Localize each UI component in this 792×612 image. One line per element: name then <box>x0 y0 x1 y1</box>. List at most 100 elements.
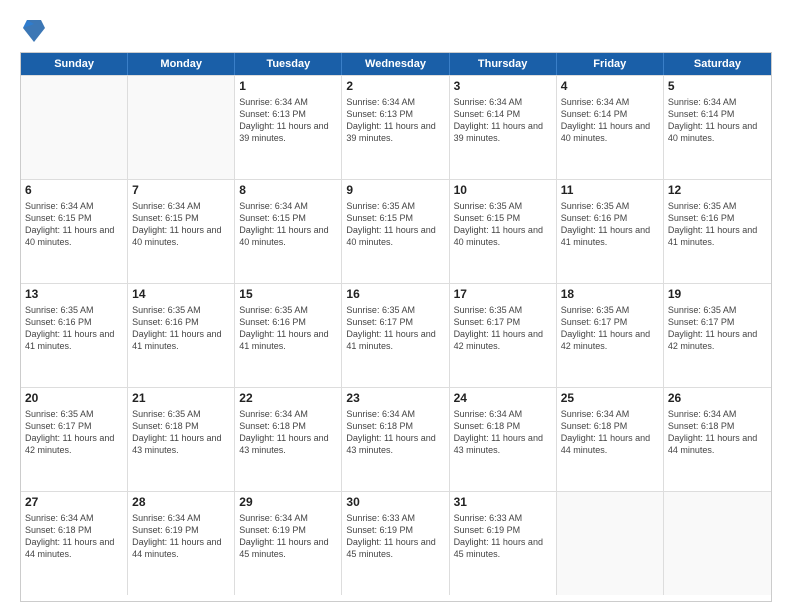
calendar-cell: 29Sunrise: 6:34 AM Sunset: 6:19 PM Dayli… <box>235 492 342 595</box>
calendar-cell: 9Sunrise: 6:35 AM Sunset: 6:15 PM Daylig… <box>342 180 449 283</box>
calendar: SundayMondayTuesdayWednesdayThursdayFrid… <box>20 52 772 602</box>
calendar-cell: 10Sunrise: 6:35 AM Sunset: 6:15 PM Dayli… <box>450 180 557 283</box>
day-number: 19 <box>668 287 767 303</box>
calendar-cell: 4Sunrise: 6:34 AM Sunset: 6:14 PM Daylig… <box>557 76 664 179</box>
calendar-cell: 24Sunrise: 6:34 AM Sunset: 6:18 PM Dayli… <box>450 388 557 491</box>
day-number: 14 <box>132 287 230 303</box>
day-number: 24 <box>454 391 552 407</box>
cell-info: Sunrise: 6:35 AM Sunset: 6:18 PM Dayligh… <box>132 408 230 457</box>
cell-info: Sunrise: 6:35 AM Sunset: 6:17 PM Dayligh… <box>668 304 767 353</box>
day-number: 9 <box>346 183 444 199</box>
day-number: 13 <box>25 287 123 303</box>
calendar-cell <box>664 492 771 595</box>
header-day-thursday: Thursday <box>450 53 557 75</box>
day-number: 25 <box>561 391 659 407</box>
day-number: 15 <box>239 287 337 303</box>
header <box>20 16 772 44</box>
cell-info: Sunrise: 6:35 AM Sunset: 6:15 PM Dayligh… <box>346 200 444 249</box>
day-number: 10 <box>454 183 552 199</box>
day-number: 12 <box>668 183 767 199</box>
cell-info: Sunrise: 6:34 AM Sunset: 6:14 PM Dayligh… <box>668 96 767 145</box>
day-number: 31 <box>454 495 552 511</box>
calendar-cell: 8Sunrise: 6:34 AM Sunset: 6:15 PM Daylig… <box>235 180 342 283</box>
calendar-cell: 19Sunrise: 6:35 AM Sunset: 6:17 PM Dayli… <box>664 284 771 387</box>
calendar-row-5: 27Sunrise: 6:34 AM Sunset: 6:18 PM Dayli… <box>21 491 771 595</box>
cell-info: Sunrise: 6:35 AM Sunset: 6:17 PM Dayligh… <box>25 408 123 457</box>
header-day-monday: Monday <box>128 53 235 75</box>
cell-info: Sunrise: 6:34 AM Sunset: 6:18 PM Dayligh… <box>239 408 337 457</box>
day-number: 3 <box>454 79 552 95</box>
calendar-cell: 1Sunrise: 6:34 AM Sunset: 6:13 PM Daylig… <box>235 76 342 179</box>
calendar-cell: 17Sunrise: 6:35 AM Sunset: 6:17 PM Dayli… <box>450 284 557 387</box>
calendar-cell: 14Sunrise: 6:35 AM Sunset: 6:16 PM Dayli… <box>128 284 235 387</box>
day-number: 11 <box>561 183 659 199</box>
day-number: 29 <box>239 495 337 511</box>
cell-info: Sunrise: 6:35 AM Sunset: 6:17 PM Dayligh… <box>561 304 659 353</box>
cell-info: Sunrise: 6:34 AM Sunset: 6:15 PM Dayligh… <box>25 200 123 249</box>
calendar-cell: 6Sunrise: 6:34 AM Sunset: 6:15 PM Daylig… <box>21 180 128 283</box>
day-number: 27 <box>25 495 123 511</box>
page: SundayMondayTuesdayWednesdayThursdayFrid… <box>0 0 792 612</box>
cell-info: Sunrise: 6:34 AM Sunset: 6:19 PM Dayligh… <box>239 512 337 561</box>
calendar-cell: 21Sunrise: 6:35 AM Sunset: 6:18 PM Dayli… <box>128 388 235 491</box>
calendar-row-3: 13Sunrise: 6:35 AM Sunset: 6:16 PM Dayli… <box>21 283 771 387</box>
day-number: 30 <box>346 495 444 511</box>
day-number: 17 <box>454 287 552 303</box>
cell-info: Sunrise: 6:35 AM Sunset: 6:17 PM Dayligh… <box>346 304 444 353</box>
calendar-cell: 22Sunrise: 6:34 AM Sunset: 6:18 PM Dayli… <box>235 388 342 491</box>
calendar-cell: 7Sunrise: 6:34 AM Sunset: 6:15 PM Daylig… <box>128 180 235 283</box>
calendar-cell <box>557 492 664 595</box>
header-day-tuesday: Tuesday <box>235 53 342 75</box>
calendar-cell: 18Sunrise: 6:35 AM Sunset: 6:17 PM Dayli… <box>557 284 664 387</box>
day-number: 16 <box>346 287 444 303</box>
day-number: 6 <box>25 183 123 199</box>
day-number: 4 <box>561 79 659 95</box>
cell-info: Sunrise: 6:33 AM Sunset: 6:19 PM Dayligh… <box>346 512 444 561</box>
cell-info: Sunrise: 6:35 AM Sunset: 6:16 PM Dayligh… <box>561 200 659 249</box>
calendar-cell: 12Sunrise: 6:35 AM Sunset: 6:16 PM Dayli… <box>664 180 771 283</box>
cell-info: Sunrise: 6:35 AM Sunset: 6:16 PM Dayligh… <box>132 304 230 353</box>
cell-info: Sunrise: 6:35 AM Sunset: 6:16 PM Dayligh… <box>668 200 767 249</box>
cell-info: Sunrise: 6:34 AM Sunset: 6:14 PM Dayligh… <box>454 96 552 145</box>
logo <box>20 16 45 44</box>
cell-info: Sunrise: 6:34 AM Sunset: 6:18 PM Dayligh… <box>346 408 444 457</box>
calendar-cell: 20Sunrise: 6:35 AM Sunset: 6:17 PM Dayli… <box>21 388 128 491</box>
cell-info: Sunrise: 6:34 AM Sunset: 6:18 PM Dayligh… <box>454 408 552 457</box>
calendar-cell <box>21 76 128 179</box>
calendar-cell: 23Sunrise: 6:34 AM Sunset: 6:18 PM Dayli… <box>342 388 449 491</box>
cell-info: Sunrise: 6:34 AM Sunset: 6:14 PM Dayligh… <box>561 96 659 145</box>
calendar-cell: 11Sunrise: 6:35 AM Sunset: 6:16 PM Dayli… <box>557 180 664 283</box>
calendar-cell: 2Sunrise: 6:34 AM Sunset: 6:13 PM Daylig… <box>342 76 449 179</box>
cell-info: Sunrise: 6:34 AM Sunset: 6:19 PM Dayligh… <box>132 512 230 561</box>
calendar-body: 1Sunrise: 6:34 AM Sunset: 6:13 PM Daylig… <box>21 75 771 595</box>
cell-info: Sunrise: 6:34 AM Sunset: 6:13 PM Dayligh… <box>239 96 337 145</box>
cell-info: Sunrise: 6:34 AM Sunset: 6:15 PM Dayligh… <box>239 200 337 249</box>
calendar-cell: 30Sunrise: 6:33 AM Sunset: 6:19 PM Dayli… <box>342 492 449 595</box>
day-number: 5 <box>668 79 767 95</box>
calendar-header: SundayMondayTuesdayWednesdayThursdayFrid… <box>21 53 771 75</box>
day-number: 22 <box>239 391 337 407</box>
calendar-row-2: 6Sunrise: 6:34 AM Sunset: 6:15 PM Daylig… <box>21 179 771 283</box>
calendar-row-4: 20Sunrise: 6:35 AM Sunset: 6:17 PM Dayli… <box>21 387 771 491</box>
day-number: 23 <box>346 391 444 407</box>
day-number: 8 <box>239 183 337 199</box>
cell-info: Sunrise: 6:35 AM Sunset: 6:16 PM Dayligh… <box>239 304 337 353</box>
calendar-cell: 16Sunrise: 6:35 AM Sunset: 6:17 PM Dayli… <box>342 284 449 387</box>
header-day-friday: Friday <box>557 53 664 75</box>
calendar-cell: 27Sunrise: 6:34 AM Sunset: 6:18 PM Dayli… <box>21 492 128 595</box>
day-number: 28 <box>132 495 230 511</box>
calendar-cell: 13Sunrise: 6:35 AM Sunset: 6:16 PM Dayli… <box>21 284 128 387</box>
day-number: 2 <box>346 79 444 95</box>
logo-icon <box>23 18 45 44</box>
calendar-cell: 31Sunrise: 6:33 AM Sunset: 6:19 PM Dayli… <box>450 492 557 595</box>
header-day-sunday: Sunday <box>21 53 128 75</box>
calendar-cell: 5Sunrise: 6:34 AM Sunset: 6:14 PM Daylig… <box>664 76 771 179</box>
header-day-wednesday: Wednesday <box>342 53 449 75</box>
cell-info: Sunrise: 6:34 AM Sunset: 6:18 PM Dayligh… <box>561 408 659 457</box>
day-number: 21 <box>132 391 230 407</box>
day-number: 26 <box>668 391 767 407</box>
day-number: 7 <box>132 183 230 199</box>
cell-info: Sunrise: 6:35 AM Sunset: 6:16 PM Dayligh… <box>25 304 123 353</box>
calendar-cell: 26Sunrise: 6:34 AM Sunset: 6:18 PM Dayli… <box>664 388 771 491</box>
calendar-cell: 15Sunrise: 6:35 AM Sunset: 6:16 PM Dayli… <box>235 284 342 387</box>
